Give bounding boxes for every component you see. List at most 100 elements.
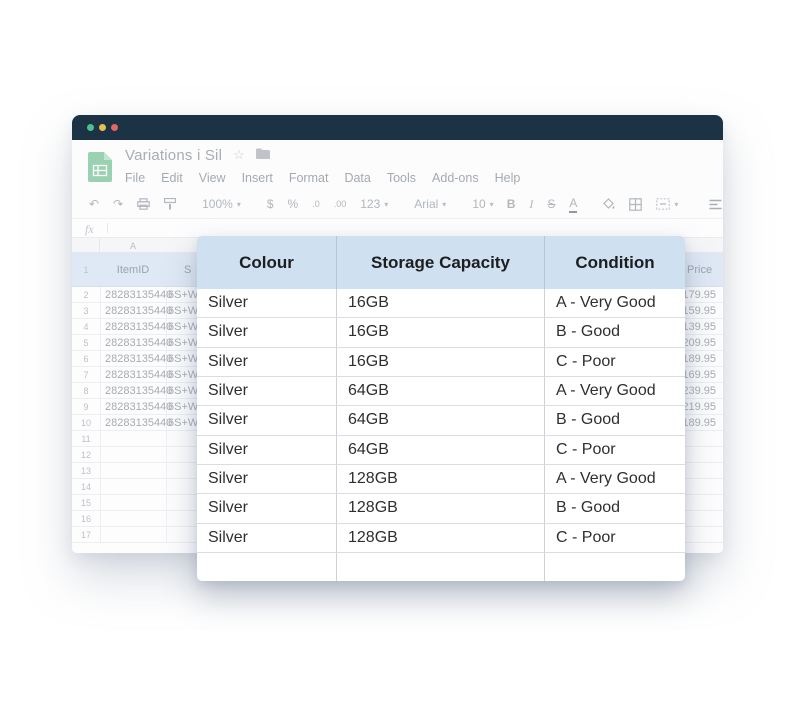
cell-price[interactable]: 139.95: [682, 321, 716, 333]
row-number[interactable]: 4: [72, 322, 100, 332]
number-format-select[interactable]: 123▾: [360, 195, 388, 213]
cell-storage: 64GB: [337, 436, 545, 464]
cell-price[interactable]: 179.95: [682, 289, 716, 301]
cell-price[interactable]: 189.95: [682, 353, 716, 365]
cell-condition: C - Poor: [545, 524, 685, 552]
row-number[interactable]: 15: [72, 498, 100, 508]
text-color-button[interactable]: A: [569, 195, 577, 213]
table-row-empty: [197, 553, 685, 581]
variations-table-header: Colour Storage Capacity Condition: [197, 236, 685, 289]
borders-icon[interactable]: [629, 195, 642, 213]
formula-bar-separator: [107, 223, 108, 233]
row-number[interactable]: 6: [72, 354, 100, 364]
cell-sku[interactable]: 6S+W: [168, 337, 198, 349]
menu-format[interactable]: Format: [289, 171, 329, 185]
row-number[interactable]: 9: [72, 402, 100, 412]
merge-cells-icon[interactable]: ▾: [656, 195, 678, 213]
fx-icon: fx: [85, 222, 94, 237]
menu-help[interactable]: Help: [495, 171, 521, 185]
cell-price[interactable]: 219.95: [682, 401, 716, 413]
cell-condition: B - Good: [545, 406, 685, 434]
menu-bar: File Edit View Insert Format Data Tools …: [125, 171, 520, 185]
row-number[interactable]: 5: [72, 338, 100, 348]
move-folder-icon[interactable]: [256, 146, 270, 164]
italic-button[interactable]: I: [529, 195, 533, 213]
window-dot-yellow[interactable]: [99, 124, 106, 131]
cell-sku[interactable]: 6S+W: [168, 353, 198, 365]
row-number[interactable]: 10: [72, 418, 100, 428]
star-icon[interactable]: ☆: [233, 147, 245, 163]
cell-itemid[interactable]: 28283135440: [105, 289, 172, 301]
cell-condition: A - Very Good: [545, 377, 685, 405]
menu-edit[interactable]: Edit: [161, 171, 183, 185]
row-number[interactable]: 14: [72, 482, 100, 492]
cell-sku[interactable]: 6S+W: [168, 369, 198, 381]
redo-icon[interactable]: ↷: [113, 195, 123, 213]
menu-tools[interactable]: Tools: [387, 171, 416, 185]
row-number[interactable]: 17: [72, 530, 100, 540]
document-title[interactable]: Variations i Sil: [125, 147, 222, 164]
cell-sku[interactable]: 6S+W: [168, 321, 198, 333]
paint-format-icon[interactable]: [164, 195, 176, 213]
menu-data[interactable]: Data: [344, 171, 370, 185]
row-number[interactable]: 8: [72, 386, 100, 396]
cell-price-header[interactable]: Price: [687, 264, 712, 276]
table-row: Silver 16GB B - Good: [197, 318, 685, 347]
cell-sku[interactable]: 6S+W: [168, 305, 198, 317]
cell-itemid-header[interactable]: ItemID: [100, 264, 166, 276]
row-number[interactable]: 1: [72, 265, 100, 275]
cell-itemid[interactable]: 28283135440: [105, 321, 172, 333]
row-number[interactable]: 2: [72, 290, 100, 300]
cell-sku[interactable]: 6S+W: [168, 385, 198, 397]
cell-itemid[interactable]: 28283135440: [105, 401, 172, 413]
cell-sku[interactable]: 6S+W: [168, 417, 198, 429]
print-icon[interactable]: [137, 195, 150, 213]
formula-bar[interactable]: fx: [72, 218, 723, 238]
cell-itemid[interactable]: 28283135440: [105, 417, 172, 429]
format-percent-button[interactable]: %: [288, 195, 299, 213]
row-number[interactable]: 3: [72, 306, 100, 316]
cell-sku[interactable]: 6S+W: [168, 289, 198, 301]
font-size-select[interactable]: 10▾: [472, 195, 493, 213]
cell-itemid[interactable]: 28283135440: [105, 385, 172, 397]
increase-decimal-button[interactable]: .00: [334, 195, 347, 213]
bold-button[interactable]: B: [507, 195, 516, 213]
select-all-corner[interactable]: [72, 238, 100, 252]
cell-colour: Silver: [197, 494, 337, 522]
cell-itemid[interactable]: 28283135440: [105, 337, 172, 349]
cell-sku[interactable]: 6S+W: [168, 401, 198, 413]
menu-file[interactable]: File: [125, 171, 145, 185]
window-dot-green[interactable]: [87, 124, 94, 131]
chevron-down-icon: ▾: [384, 200, 388, 209]
cell-price[interactable]: 239.95: [682, 385, 716, 397]
horizontal-align-icon[interactable]: ▾: [709, 195, 723, 213]
format-currency-button[interactable]: $: [267, 195, 274, 213]
decrease-decimal-button[interactable]: .0: [312, 195, 320, 213]
window-dot-red[interactable]: [111, 124, 118, 131]
cell-colb-header[interactable]: S: [184, 264, 191, 276]
cell-itemid[interactable]: 28283135440: [105, 353, 172, 365]
table-row: Silver 64GB B - Good: [197, 406, 685, 435]
undo-icon[interactable]: ↶: [89, 195, 99, 213]
column-header-a[interactable]: A: [100, 241, 166, 251]
font-family-select[interactable]: Arial▾: [414, 195, 446, 213]
cell-price[interactable]: 189.95: [682, 417, 716, 429]
cell-price[interactable]: 169.95: [682, 369, 716, 381]
menu-insert[interactable]: Insert: [242, 171, 273, 185]
row-number[interactable]: 12: [72, 450, 100, 460]
fill-color-icon[interactable]: [603, 195, 615, 213]
row-number[interactable]: 13: [72, 466, 100, 476]
cell-colour: Silver: [197, 406, 337, 434]
row-number[interactable]: 7: [72, 370, 100, 380]
row-number[interactable]: 16: [72, 514, 100, 524]
cell-price[interactable]: 159.95: [682, 305, 716, 317]
row-number[interactable]: 11: [72, 434, 100, 444]
cell-itemid[interactable]: 28283135440: [105, 305, 172, 317]
cell-price[interactable]: 209.95: [682, 337, 716, 349]
menu-addons[interactable]: Add-ons: [432, 171, 479, 185]
cell-condition: A - Very Good: [545, 289, 685, 317]
zoom-select[interactable]: 100%▾: [202, 195, 241, 213]
menu-view[interactable]: View: [199, 171, 226, 185]
cell-itemid[interactable]: 28283135440: [105, 369, 172, 381]
strikethrough-button[interactable]: S: [547, 195, 555, 213]
